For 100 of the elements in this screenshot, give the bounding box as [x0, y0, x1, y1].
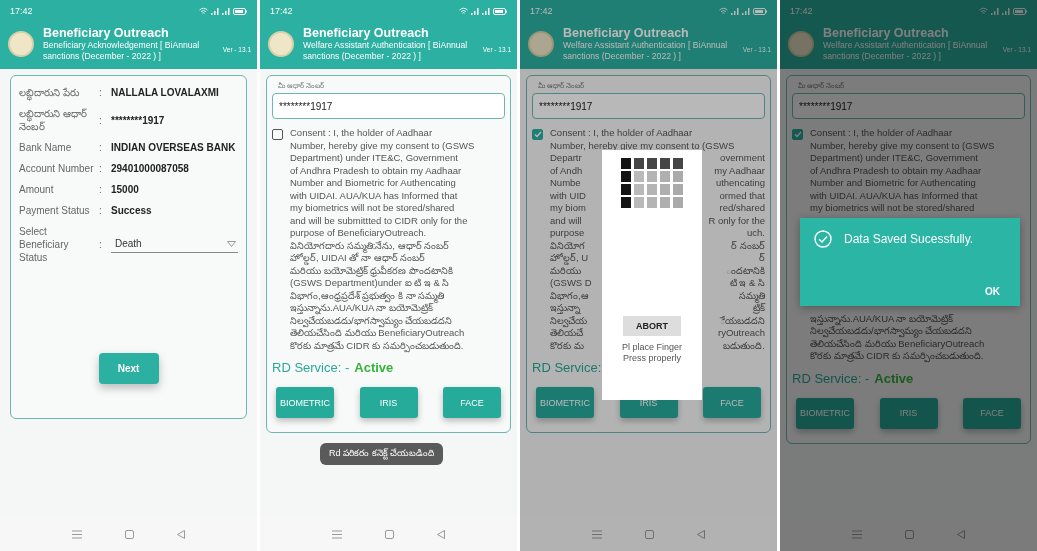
aadhaar-input-field[interactable]: ********1917 [532, 93, 765, 119]
consent-checkbox[interactable] [532, 129, 543, 140]
consent-text-fragment: uch. [747, 227, 765, 240]
consent-text-line: ఇస్తున్నాను.AUA/KUA నా బయోమెట్రిక్ [810, 312, 955, 325]
consent-text-line: Consent : I, the holder of Aadhaar [810, 127, 954, 140]
capture-mode-button[interactable]: BIOMETRIC [796, 397, 854, 429]
consent-text-line: with UIDAI. AUA/KUA has Informed that [290, 189, 459, 202]
app-subtitle: Welfare Assistant Authentication [ BiAnnual sanctions (December - 2022 ) ] [303, 40, 469, 62]
battery-icon [1013, 7, 1027, 15]
menu-icon[interactable] [591, 529, 602, 539]
consent-text-line: Number, hereby give my consent to (GSWS [290, 139, 476, 152]
consent-text-line: Number, hereby give my consent to (GSWS [810, 139, 996, 152]
colon: : [99, 142, 103, 153]
wifi-icon [199, 7, 208, 15]
home-icon[interactable] [125, 529, 134, 539]
consent-text-line: Consent : I, the holder of Aadhaar [550, 127, 694, 140]
consent-text-line: Department) under ITE&C, Government [810, 152, 979, 165]
rd-service-status: Active [874, 370, 914, 386]
consent-text-fragment: ర్ నంబర్ [731, 239, 765, 252]
capture-mode-button[interactable]: BIOMETRIC [276, 387, 334, 418]
back-icon[interactable] [177, 529, 186, 539]
status-dropdown[interactable]: Death [111, 236, 238, 253]
field-label: Select Beneficiary Status [19, 225, 70, 264]
consent-text-fragment: Departr [550, 152, 582, 165]
colon: : [99, 87, 103, 98]
signal-icon [731, 7, 739, 15]
consent-text-line: కొరకు మాత్రమే CIDR కు సమర్పించబడుతుంది. [290, 339, 465, 352]
colon: : [99, 239, 103, 250]
capture-mode-button[interactable]: IRIS [879, 397, 938, 429]
ok-button[interactable]: OK [979, 284, 1006, 298]
app-title: Beneficiary Outreach [563, 26, 690, 40]
capture-mode-button[interactable]: FACE [963, 397, 1021, 429]
consent-text-fragment: ormed that [719, 189, 765, 202]
rd-service-label: RD Service: - [792, 370, 870, 386]
consent-checkbox[interactable] [792, 129, 803, 140]
consent-text-line: with UIDAI. AUA/KUA has Informed that [810, 189, 979, 202]
consent-text-fragment: సమ్మతి [739, 289, 765, 302]
app-title: Beneficiary Outreach [43, 26, 170, 40]
consent-text-fragment: ఇస్తున్నా [550, 302, 580, 315]
field-label: Account Number [19, 162, 95, 175]
colon: : [99, 114, 103, 126]
emblem-icon [8, 31, 34, 57]
consent-text-fragment: ందటానికి [726, 264, 765, 277]
consent-text-fragment: మరియు [550, 264, 581, 277]
consent-text-fragment: కొరకు మ [550, 339, 584, 352]
consent-checkbox[interactable] [272, 129, 283, 140]
field-value: 29401000087058 [111, 162, 190, 175]
capture-mode-button[interactable]: FACE [703, 387, 761, 418]
abort-button[interactable]: ABORT [623, 316, 681, 336]
consent-text-fragment: and will [550, 214, 582, 227]
field-label: లబ్ధిదారుని పేరు [19, 86, 99, 99]
home-icon[interactable] [385, 529, 394, 539]
app-subtitle: Welfare Assistant Authentication [ BiAnnual sanctions (December - 2022 ) ] [823, 40, 989, 62]
fingerprint-preview-drawing [621, 158, 683, 210]
rd-service-label: RD Service: - [272, 360, 350, 375]
home-icon[interactable] [905, 529, 914, 539]
consent-text-line: Number and Biometric for Authencating [810, 177, 977, 190]
consent-text-fragment: Numbe [550, 177, 581, 190]
consent-text-fragment: ేయబడదని [720, 314, 765, 327]
consent-text-line: my biometrics will not be stored/shared [810, 202, 976, 215]
consent-text-line: of Andhra Pradesh to obtain my Aadhaar [810, 164, 983, 177]
signal-icon [482, 7, 490, 15]
app-subtitle: Welfare Assistant Authentication [ BiAnnual sanctions (December - 2022 ) ] [563, 40, 729, 62]
consent-text-line: హోల్డర్, UIDAI తో నా ఆధార్ నంబర్ [290, 252, 427, 265]
consent-text-fragment: of Andh [550, 164, 583, 177]
field-value: INDIAN OVERSEAS BANK [111, 141, 237, 154]
back-icon[interactable] [957, 529, 966, 539]
battery-icon [233, 7, 247, 15]
consent-text-fragment: overnment [720, 152, 765, 165]
next-button[interactable]: Next [98, 353, 159, 384]
field-value: 15000 [111, 183, 140, 196]
aadhaar-input-field[interactable]: ********1917 [272, 93, 505, 119]
back-icon[interactable] [437, 529, 446, 539]
consent-text-fragment: R only for the [708, 214, 765, 227]
consent-text-fragment: విభాగం,ఆ [550, 289, 589, 302]
menu-icon[interactable] [71, 529, 82, 539]
back-icon[interactable] [697, 529, 706, 539]
battery-icon [753, 7, 767, 15]
emblem-icon [528, 31, 554, 57]
consent-text-fragment: uthencating [715, 177, 765, 190]
consent-text-fragment: my Aadhaar [714, 164, 765, 177]
capture-mode-button[interactable]: BIOMETRIC [536, 387, 594, 418]
capture-mode-button[interactable]: FACE [443, 387, 501, 418]
rd-service-status: Active [354, 360, 394, 375]
consent-text-line: purpose of BeneficiaryOutreach. [290, 227, 428, 240]
menu-icon[interactable] [331, 529, 342, 539]
consent-text-line: విభాగం,ఆంధ్రప్రదేశ్ ప్రభుత్వం కి నా సమ్మతి [290, 289, 505, 302]
consent-text-line: కొరకు మాత్రమే CIDR కు సమర్పించబడుతుంది. [810, 350, 985, 363]
consent-text-line: of Andhra Pradesh to obtain my Aadhaar [290, 164, 463, 177]
signal-icon [222, 7, 230, 15]
wifi-icon [459, 7, 468, 15]
menu-icon[interactable] [851, 529, 862, 539]
home-icon[interactable] [645, 529, 654, 539]
check-circle-icon [814, 229, 832, 248]
dialog-message: Pl place Finger Press properly [621, 342, 683, 364]
consent-text-line: నిల్వచేయబడదు/భాగస్వామ్యం చేయబడదని [290, 314, 505, 327]
field-value: ********1917 [111, 113, 166, 127]
aadhaar-input-field[interactable]: ********1917 [792, 93, 1025, 119]
field-value: Success [111, 204, 153, 217]
capture-mode-button[interactable]: IRIS [359, 387, 418, 418]
